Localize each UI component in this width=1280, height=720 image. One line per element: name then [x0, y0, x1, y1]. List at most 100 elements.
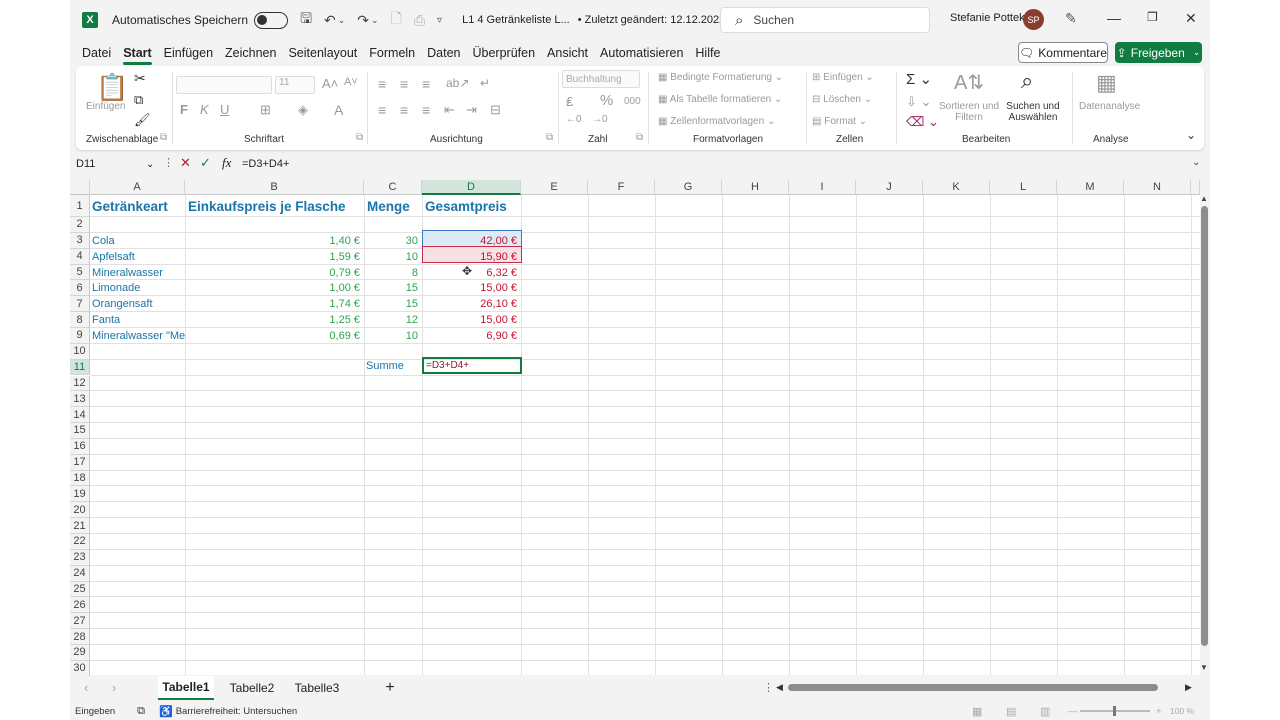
new-file-icon[interactable]: 🗋: [391, 8, 402, 32]
undo-dropdown-icon[interactable]: ⌄: [338, 15, 346, 26]
print-icon[interactable]: ⎙: [414, 12, 425, 29]
tab-formeln[interactable]: Formeln: [369, 46, 415, 60]
cell-gesamtpreis[interactable]: 15,00 €: [422, 281, 521, 296]
row-header-14[interactable]: 14: [70, 407, 90, 424]
cell-menge[interactable]: 10: [364, 328, 422, 343]
header-getraenkeart[interactable]: Getränkeart: [92, 198, 168, 215]
align-middle-icon[interactable]: ≡: [400, 76, 408, 92]
row-header-19[interactable]: 19: [70, 486, 90, 503]
minimize-icon[interactable]: —: [1107, 10, 1121, 26]
underline-button[interactable]: U: [220, 102, 229, 117]
row-header-26[interactable]: 26: [70, 597, 90, 614]
select-all-corner[interactable]: [70, 180, 90, 195]
increase-indent-icon[interactable]: ⇥: [466, 102, 477, 118]
decrease-indent-icon[interactable]: ⇤: [444, 102, 455, 118]
insert-function-icon[interactable]: fx: [222, 155, 231, 171]
row-header-27[interactable]: 27: [70, 613, 90, 630]
cell-getraenkeart[interactable]: Limonade: [92, 281, 185, 296]
zoom-out-icon[interactable]: —: [1068, 706, 1078, 717]
zoom-level[interactable]: 100 %: [1170, 706, 1194, 716]
font-family-select[interactable]: [176, 76, 272, 94]
worksheet-grid[interactable]: A B C D E F G H I J K L M N 1 2 3 4 5 6 7 8 9 10 1…: [70, 180, 1210, 677]
find-select-button[interactable]: Suchen und Auswählen: [1001, 101, 1065, 123]
decrease-decimal-icon[interactable]: →0: [592, 114, 608, 125]
tab-start[interactable]: Start: [123, 46, 153, 65]
row-header-1[interactable]: 1: [70, 195, 90, 217]
pen-icon[interactable]: ✎: [1065, 10, 1077, 27]
redo-dropdown-icon[interactable]: ⌄: [371, 15, 379, 26]
scroll-right-icon[interactable]: ▶: [1185, 682, 1192, 693]
cell-gesamtpreis[interactable]: 42,00 €: [422, 233, 521, 248]
prev-sheet-icon[interactable]: ‹: [84, 680, 88, 695]
column-header-m[interactable]: M: [1057, 180, 1124, 195]
format-painter-icon[interactable]: 🖌: [134, 112, 151, 128]
column-header-d[interactable]: D: [422, 180, 521, 195]
autosave-toggle[interactable]: [254, 11, 289, 29]
customize-qat-icon[interactable]: ▿: [437, 15, 442, 26]
sheet-tab-tabelle1[interactable]: Tabelle1: [158, 676, 214, 700]
tab-automatisieren[interactable]: Automatisieren: [600, 46, 683, 60]
cell-menge[interactable]: 10: [364, 249, 422, 264]
name-box[interactable]: D11 ⌄: [76, 154, 158, 174]
italic-button[interactable]: K: [200, 102, 209, 117]
row-header-15[interactable]: 15: [70, 423, 90, 439]
cell-gesamtpreis[interactable]: 26,10 €: [422, 297, 521, 312]
grow-font-icon[interactable]: A˄: [322, 76, 338, 91]
align-center-icon[interactable]: ≡: [400, 102, 408, 118]
column-header-c[interactable]: C: [364, 180, 422, 195]
cell-styles-button[interactable]: ▦ Zellenformatvorlagen ⌄: [658, 116, 775, 127]
row-header-23[interactable]: 23: [70, 549, 90, 566]
column-header-n[interactable]: N: [1124, 180, 1191, 195]
row-header-24[interactable]: 24: [70, 565, 90, 582]
tab-seitenlayout[interactable]: Seitenlayout: [288, 46, 357, 60]
header-einkaufspreis[interactable]: Einkaufspreis je Flasche: [188, 198, 346, 215]
accessibility-icon[interactable]: ♿: [159, 705, 173, 718]
cell-getraenkeart[interactable]: Mineralwasser: [92, 265, 185, 280]
percent-icon[interactable]: %: [600, 92, 613, 109]
cell-gesamtpreis[interactable]: 15,90 €: [422, 249, 521, 264]
expand-formula-bar-icon[interactable]: ⌄: [1192, 157, 1200, 168]
zoom-in-icon[interactable]: +: [1156, 706, 1162, 717]
delete-cells-button[interactable]: ⊟ Löschen ⌄: [812, 94, 872, 105]
column-header-j[interactable]: J: [856, 180, 923, 195]
cell-getraenkeart[interactable]: Fanta: [92, 313, 185, 328]
column-header-l[interactable]: L: [990, 180, 1057, 195]
vertical-scroll-thumb[interactable]: [1201, 206, 1208, 646]
paste-label[interactable]: Einfügen: [86, 101, 125, 112]
cell-menge[interactable]: 15: [364, 281, 422, 296]
sheet-tab-tabelle3[interactable]: Tabelle3: [289, 676, 345, 700]
row-header-6[interactable]: 6: [70, 280, 90, 297]
next-sheet-icon[interactable]: ›: [112, 680, 116, 695]
conditional-formatting-button[interactable]: ▦ Bedingte Formatierung ⌄: [658, 72, 783, 83]
row-header-9[interactable]: 9: [70, 327, 90, 344]
copy-icon[interactable]: ⧉: [134, 92, 143, 108]
tab-ansicht[interactable]: Ansicht: [547, 46, 588, 60]
row-header-8[interactable]: 8: [70, 312, 90, 328]
cell-gesamtpreis[interactable]: 15,00 €: [422, 313, 521, 328]
column-header-k[interactable]: K: [923, 180, 990, 195]
tab-zeichnen[interactable]: Zeichnen: [225, 46, 276, 60]
zoom-slider-thumb[interactable]: [1113, 706, 1116, 716]
row-header-5[interactable]: 5: [70, 264, 90, 281]
alignment-launcher-icon[interactable]: ⧉: [546, 132, 553, 143]
tab-split-handle-icon[interactable]: ⋮: [763, 681, 774, 694]
column-header-h[interactable]: H: [722, 180, 789, 195]
cut-icon[interactable]: ✂: [134, 70, 146, 87]
restore-icon[interactable]: ❐: [1147, 10, 1158, 24]
fill-color-icon[interactable]: ◈: [298, 102, 308, 118]
row-header-30[interactable]: 30: [70, 660, 90, 677]
row-header-7[interactable]: 7: [70, 296, 90, 313]
clear-icon[interactable]: ⌫ ⌄: [906, 114, 939, 130]
cell-getraenkeart[interactable]: Cola: [92, 233, 185, 248]
cell-einkaufspreis[interactable]: 1,00 €: [185, 281, 364, 296]
cell-einkaufspreis[interactable]: 1,25 €: [185, 313, 364, 328]
cell-gesamtpreis[interactable]: 6,90 €: [422, 328, 521, 343]
row-header-22[interactable]: 22: [70, 534, 90, 550]
tab-hilfe[interactable]: Hilfe: [695, 46, 720, 60]
paste-icon[interactable]: 📋: [96, 72, 128, 103]
row-header-10[interactable]: 10: [70, 343, 90, 360]
column-header-e[interactable]: E: [521, 180, 588, 195]
align-left-icon[interactable]: ≡: [378, 102, 386, 118]
font-color-icon[interactable]: A: [334, 102, 343, 118]
format-as-table-button[interactable]: ▦ Als Tabelle formatieren ⌄: [658, 94, 782, 105]
